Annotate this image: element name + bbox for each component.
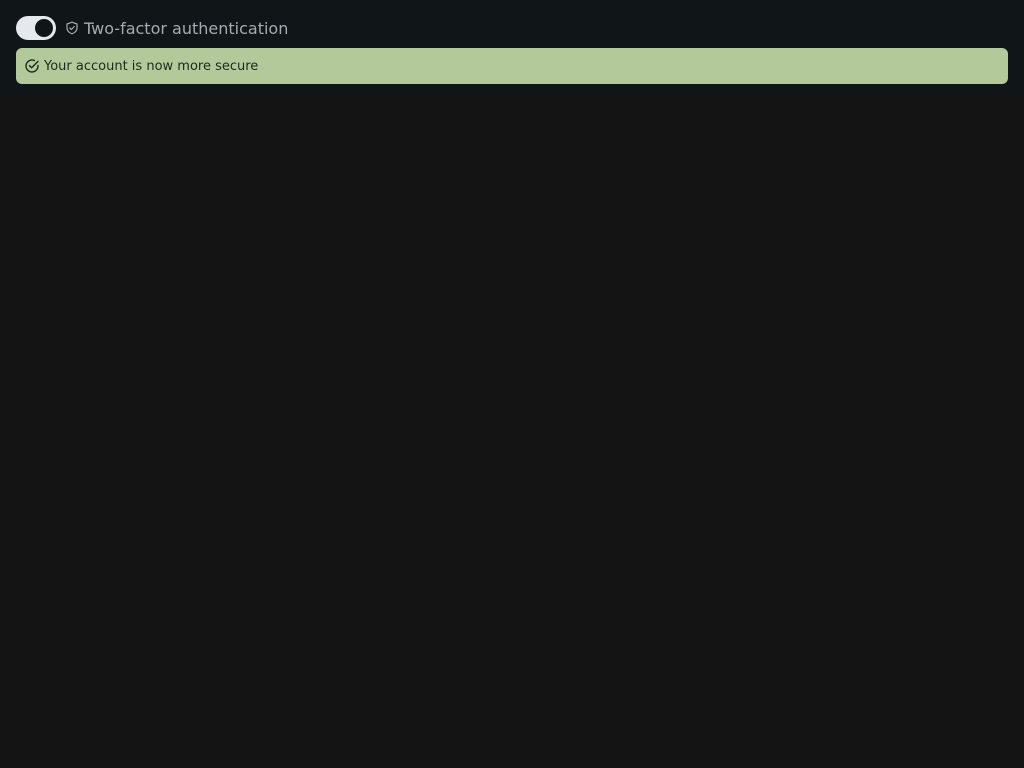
- circle-check-icon: [24, 58, 40, 74]
- toggle-knob: [35, 19, 53, 37]
- settings-panel: Two-factor authentication Your account i…: [0, 0, 1024, 96]
- shield-check-icon: [65, 21, 79, 35]
- two-factor-toggle[interactable]: [16, 16, 56, 40]
- banner-message: Your account is now more secure: [44, 58, 259, 74]
- two-factor-label: Two-factor authentication: [84, 18, 289, 38]
- two-factor-setting: Two-factor authentication: [16, 15, 288, 41]
- success-banner: Your account is now more secure: [16, 48, 1008, 84]
